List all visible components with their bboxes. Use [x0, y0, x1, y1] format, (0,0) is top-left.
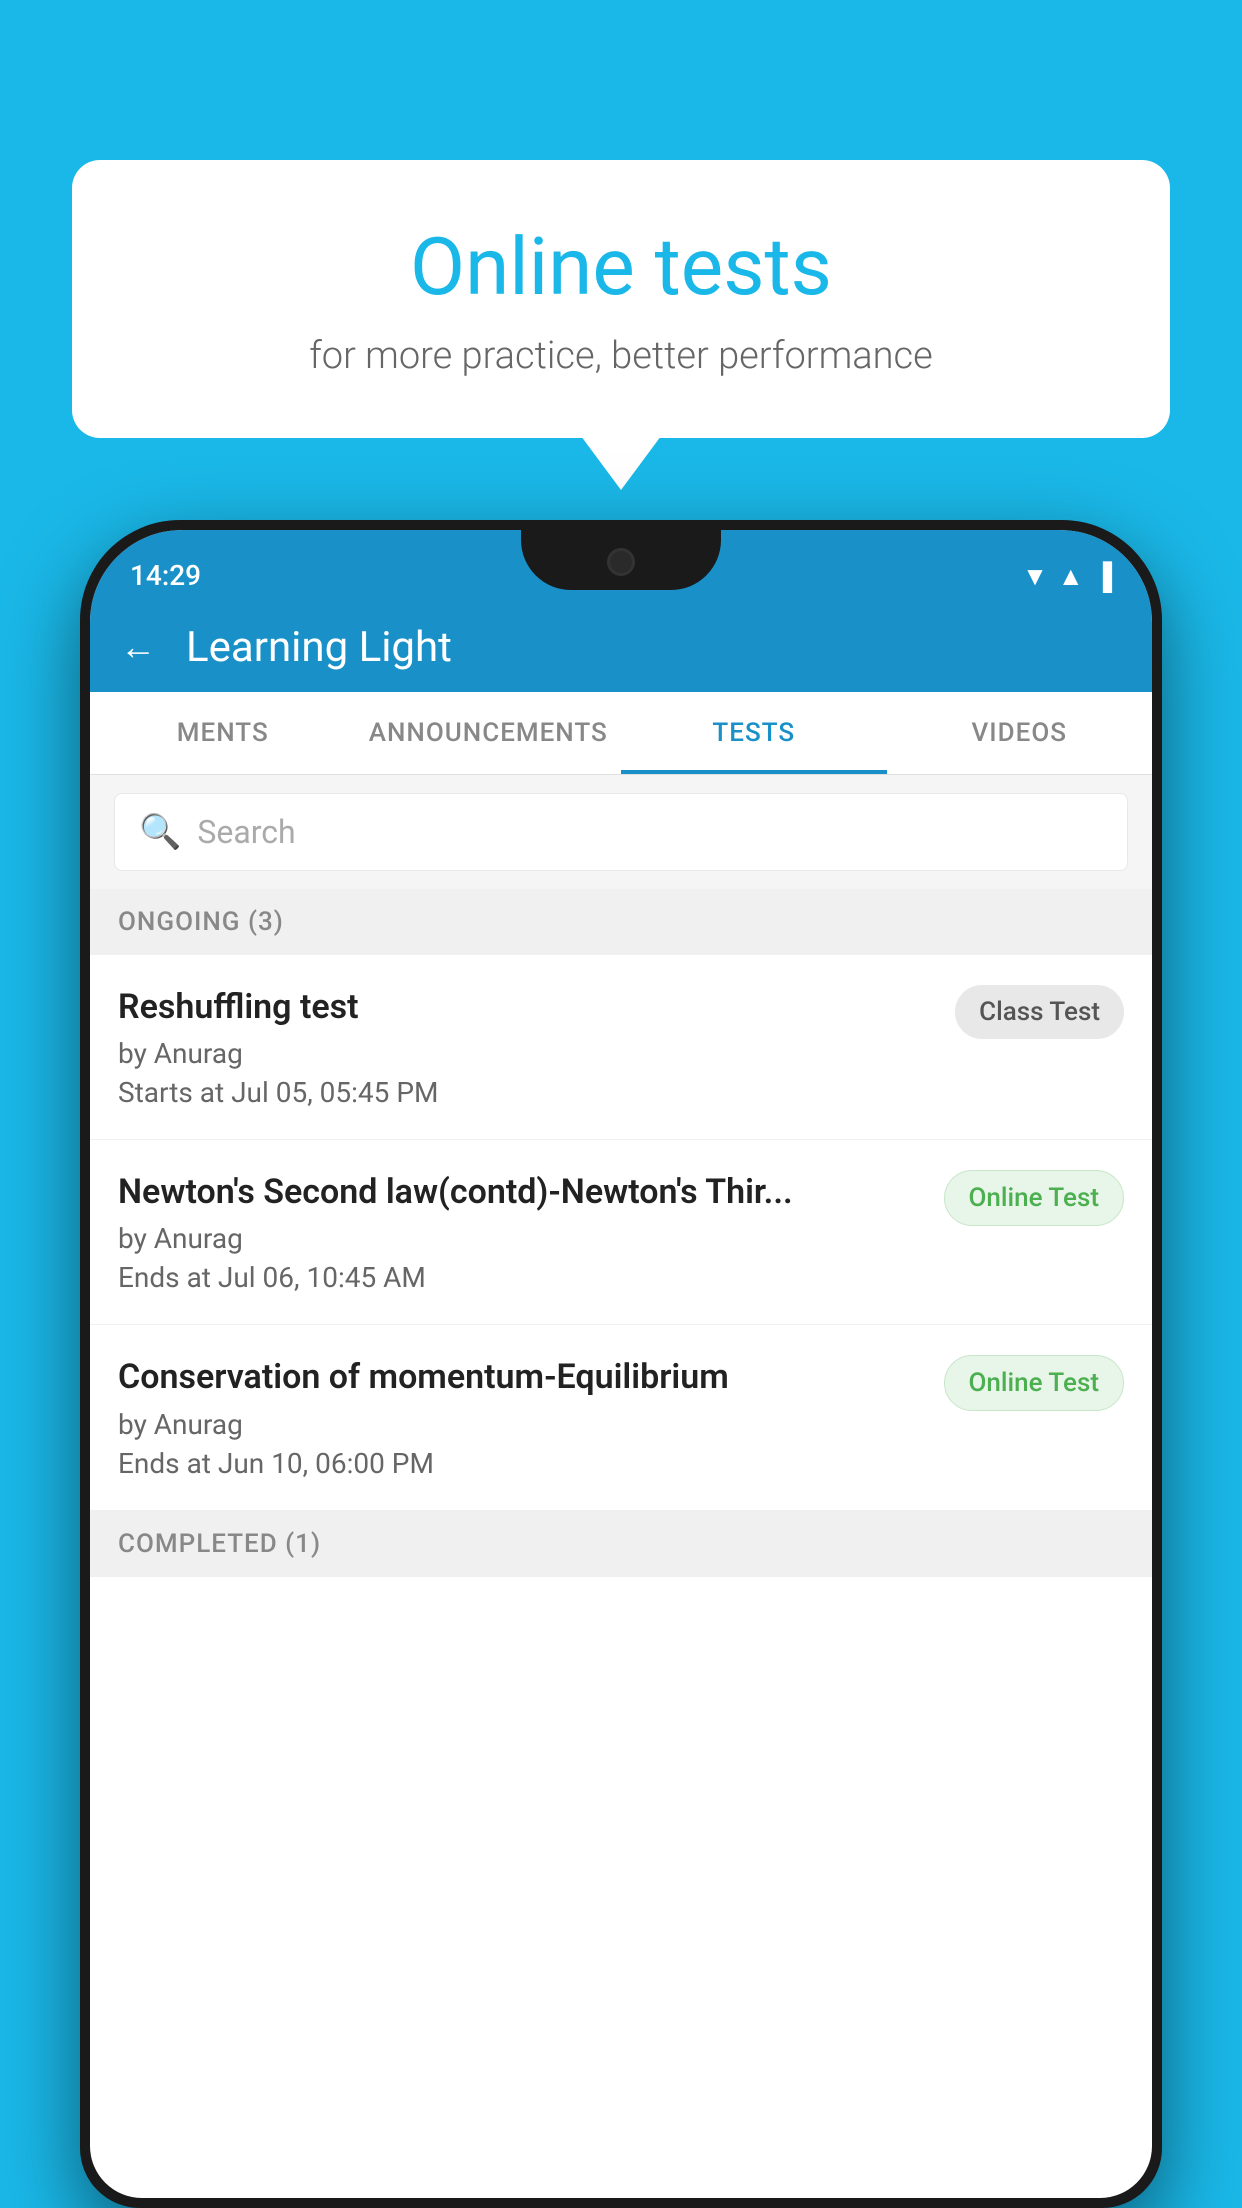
- app-header: ← Learning Light: [90, 602, 1152, 692]
- tab-ments[interactable]: MENTS: [90, 692, 356, 774]
- test-badge-class: Class Test: [955, 985, 1124, 1039]
- speech-bubble: Online tests for more practice, better p…: [72, 160, 1170, 438]
- app-title: Learning Light: [186, 623, 452, 672]
- test-item-title: Reshuffling test: [118, 985, 935, 1029]
- search-icon: 🔍: [139, 812, 181, 852]
- ongoing-section-header: ONGOING (3): [90, 889, 1152, 955]
- test-badge-online: Online Test: [944, 1170, 1125, 1226]
- phone-notch: [521, 530, 721, 590]
- status-time: 14:29: [130, 531, 201, 592]
- test-item[interactable]: Conservation of momentum-Equilibrium by …: [90, 1325, 1152, 1510]
- test-item-content: Conservation of momentum-Equilibrium by …: [118, 1355, 944, 1479]
- test-item-date: Ends at Jun 10, 06:00 PM: [118, 1447, 924, 1480]
- tab-announcements[interactable]: ANNOUNCEMENTS: [356, 692, 622, 774]
- bubble-subtitle: for more practice, better performance: [152, 334, 1090, 378]
- battery-icon: ▐: [1094, 561, 1112, 592]
- tab-videos[interactable]: VIDEOS: [887, 692, 1153, 774]
- test-item-author: by Anurag: [118, 1037, 935, 1070]
- test-item[interactable]: Reshuffling test by Anurag Starts at Jul…: [90, 955, 1152, 1140]
- test-item-author: by Anurag: [118, 1222, 924, 1255]
- test-item-author: by Anurag: [118, 1408, 924, 1441]
- search-placeholder: Search: [197, 813, 295, 851]
- test-item[interactable]: Newton's Second law(contd)-Newton's Thir…: [90, 1140, 1152, 1325]
- completed-section-header: COMPLETED (1): [90, 1511, 1152, 1577]
- test-item-content: Newton's Second law(contd)-Newton's Thir…: [118, 1170, 944, 1294]
- test-badge-online-2: Online Test: [944, 1355, 1125, 1411]
- test-item-title: Conservation of momentum-Equilibrium: [118, 1355, 924, 1399]
- test-item-title: Newton's Second law(contd)-Newton's Thir…: [118, 1170, 924, 1214]
- wifi-icon: ▼: [1022, 561, 1048, 592]
- tab-tests[interactable]: TESTS: [621, 692, 887, 774]
- test-item-content: Reshuffling test by Anurag Starts at Jul…: [118, 985, 955, 1109]
- phone-frame: 14:29 ▼ ▲ ▐ ← Learning Light MENTS ANNOU…: [80, 520, 1162, 2208]
- back-button[interactable]: ←: [120, 626, 156, 668]
- test-item-date: Starts at Jul 05, 05:45 PM: [118, 1076, 935, 1109]
- phone-screen: 14:29 ▼ ▲ ▐ ← Learning Light MENTS ANNOU…: [90, 530, 1152, 2198]
- phone-camera: [607, 548, 635, 576]
- bubble-title: Online tests: [152, 220, 1090, 314]
- tabs-bar: MENTS ANNOUNCEMENTS TESTS VIDEOS: [90, 692, 1152, 775]
- search-container: 🔍 Search: [90, 775, 1152, 889]
- status-icons: ▼ ▲ ▐: [1022, 533, 1112, 592]
- signal-icon: ▲: [1058, 561, 1084, 592]
- search-box[interactable]: 🔍 Search: [114, 793, 1128, 871]
- test-item-date: Ends at Jul 06, 10:45 AM: [118, 1261, 924, 1294]
